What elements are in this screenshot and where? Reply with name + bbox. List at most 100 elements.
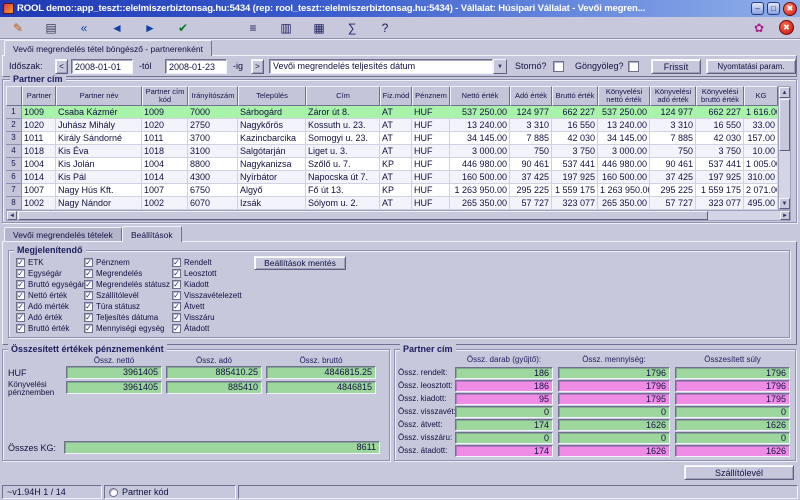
refresh-button[interactable]: Frissít bbox=[651, 59, 701, 74]
table-row[interactable]: 31011Király Sándorné10113700Kazincbarcik… bbox=[6, 132, 778, 145]
checkbox-checked-icon[interactable]: ✓ bbox=[172, 280, 181, 289]
minimize-button[interactable]: – bbox=[751, 2, 764, 15]
column-header[interactable]: Irányítószám bbox=[188, 86, 238, 106]
date-type-dropdown-button[interactable]: ▼ bbox=[493, 59, 507, 74]
hscroll-thumb[interactable] bbox=[18, 211, 708, 220]
row-number[interactable]: 6 bbox=[6, 171, 22, 184]
checkbox-checked-icon[interactable]: ✓ bbox=[172, 324, 181, 333]
report-button[interactable]: ▥ bbox=[274, 19, 298, 37]
display-option[interactable]: ✓Rendelt bbox=[172, 257, 242, 268]
column-header[interactable]: Partner név bbox=[56, 86, 142, 106]
display-option[interactable]: ✓Átadott bbox=[172, 323, 242, 334]
grid-button[interactable]: ▦ bbox=[307, 19, 331, 37]
display-option[interactable]: ✓Megrendelés státusz bbox=[84, 279, 170, 290]
print-button[interactable]: ▤ bbox=[39, 19, 63, 37]
checkbox-checked-icon[interactable]: ✓ bbox=[172, 258, 181, 267]
checkbox-checked-icon[interactable]: ✓ bbox=[16, 280, 25, 289]
checkbox-checked-icon[interactable]: ✓ bbox=[16, 291, 25, 300]
column-header[interactable]: Bruttó érték bbox=[552, 86, 598, 106]
checkbox-checked-icon[interactable]: ✓ bbox=[84, 291, 93, 300]
table-row[interactable]: 71007Nagy Hús Kft.10076750AlgyőFő út 13.… bbox=[6, 184, 778, 197]
confirm-button[interactable]: ✔ bbox=[171, 19, 195, 37]
checkbox-checked-icon[interactable]: ✓ bbox=[172, 302, 181, 311]
vscroll-thumb[interactable] bbox=[779, 99, 790, 151]
display-option[interactable]: ✓Pénznem bbox=[84, 257, 170, 268]
checkbox-checked-icon[interactable]: ✓ bbox=[16, 269, 25, 278]
display-option[interactable]: ✓Bruttó érték bbox=[16, 323, 84, 334]
table-hscrollbar[interactable]: ◄ ► bbox=[6, 210, 791, 221]
first-button[interactable]: « bbox=[72, 19, 96, 37]
tab-settings[interactable]: Beállítások bbox=[122, 226, 182, 242]
palette-button[interactable]: ✿ bbox=[747, 19, 771, 37]
checkbox-checked-icon[interactable]: ✓ bbox=[16, 324, 25, 333]
column-header[interactable]: Fiz.mód bbox=[380, 86, 412, 106]
column-header[interactable]: Könyvelési nettó érték bbox=[598, 86, 650, 106]
display-option[interactable]: ✓Adó érték bbox=[16, 312, 84, 323]
display-option[interactable]: ✓Szállítólevél bbox=[84, 290, 170, 301]
checkbox-checked-icon[interactable]: ✓ bbox=[84, 258, 93, 267]
row-number[interactable]: 3 bbox=[6, 132, 22, 145]
display-option[interactable]: ✓Teljesítés dátuma bbox=[84, 312, 170, 323]
row-number[interactable]: 2 bbox=[6, 119, 22, 132]
column-header[interactable]: Település bbox=[238, 86, 306, 106]
row-number[interactable]: 8 bbox=[6, 197, 22, 210]
table-row[interactable]: 61014Kis Pál10144300NyírbátorNapocska út… bbox=[6, 171, 778, 184]
maximize-button[interactable]: □ bbox=[767, 2, 780, 15]
checkbox-checked-icon[interactable]: ✓ bbox=[172, 313, 181, 322]
row-number[interactable]: 5 bbox=[6, 158, 22, 171]
display-option[interactable]: ✓Visszáru bbox=[172, 312, 242, 323]
display-option[interactable]: ✓Bruttó egységár bbox=[16, 279, 84, 290]
save-settings-button[interactable]: Beállítások mentés bbox=[254, 256, 346, 270]
list-button[interactable]: ≡ bbox=[241, 19, 265, 37]
checkbox-checked-icon[interactable]: ✓ bbox=[16, 313, 25, 322]
checkbox-checked-icon[interactable]: ✓ bbox=[84, 324, 93, 333]
display-option[interactable]: ✓Visszavételezett bbox=[172, 290, 242, 301]
display-option[interactable]: ✓Kiadott bbox=[172, 279, 242, 290]
help-button[interactable]: ? bbox=[373, 19, 397, 37]
table-vscrollbar[interactable]: ▲ ▼ bbox=[778, 86, 791, 210]
row-number[interactable]: 4 bbox=[6, 145, 22, 158]
display-option[interactable]: ✓Leosztott bbox=[172, 268, 242, 279]
column-header[interactable]: Partner cím kód bbox=[142, 86, 188, 106]
period-next-button[interactable]: > bbox=[251, 59, 264, 74]
display-option[interactable]: ✓ETK bbox=[16, 257, 84, 268]
column-header[interactable]: Könyvelési adó érték bbox=[650, 86, 696, 106]
calculator-button[interactable]: ∑ bbox=[340, 19, 364, 37]
packaging-checkbox[interactable] bbox=[628, 61, 639, 72]
storno-checkbox[interactable] bbox=[553, 61, 564, 72]
table-row[interactable]: 81002Nagy Nándor10026070IzsákSólyom u. 2… bbox=[6, 197, 778, 210]
display-option[interactable]: ✓Túra státusz bbox=[84, 301, 170, 312]
exit-button[interactable]: ✖ bbox=[779, 20, 794, 35]
display-option[interactable]: ✓Átvett bbox=[172, 301, 242, 312]
checkbox-checked-icon[interactable]: ✓ bbox=[172, 291, 181, 300]
column-header[interactable]: Cím bbox=[306, 86, 380, 106]
scroll-up-button[interactable]: ▲ bbox=[779, 87, 790, 98]
display-option[interactable]: ✓Adó mérték bbox=[16, 301, 84, 312]
edit-button[interactable]: ✎ bbox=[6, 19, 30, 37]
display-option[interactable]: ✓Mennyiségi egység bbox=[84, 323, 170, 334]
delivery-note-button[interactable]: Szállítólevél bbox=[684, 465, 794, 480]
period-prev-button[interactable]: < bbox=[55, 59, 68, 74]
date-to-input[interactable] bbox=[165, 59, 227, 74]
table-row[interactable]: 11009Csaba Kázmér10097000SárbogárdZáror … bbox=[6, 106, 778, 119]
tab-order-items[interactable]: Vevői megrendelés tételek bbox=[4, 227, 122, 241]
column-header[interactable]: Nettó érték bbox=[450, 86, 510, 106]
date-from-input[interactable] bbox=[71, 59, 133, 74]
checkbox-checked-icon[interactable]: ✓ bbox=[84, 302, 93, 311]
column-header[interactable]: Partner bbox=[22, 86, 56, 106]
checkbox-checked-icon[interactable]: ✓ bbox=[84, 313, 93, 322]
scroll-down-button[interactable]: ▼ bbox=[779, 198, 790, 209]
table-row[interactable]: 51004Kis Jolán10048800NagykanizsaSzőlő u… bbox=[6, 158, 778, 171]
column-header[interactable]: Adó érték bbox=[510, 86, 552, 106]
table-row[interactable]: 41018Kis Éva10183100SalgótarjánLiget u. … bbox=[6, 145, 778, 158]
row-number[interactable]: 1 bbox=[6, 106, 22, 119]
scroll-left-button[interactable]: ◄ bbox=[7, 211, 17, 220]
display-option[interactable]: ✓Egységár bbox=[16, 268, 84, 279]
next-button[interactable]: ► bbox=[138, 19, 162, 37]
tab-order-item-browser[interactable]: Vevői megrendelés tétel böngésző - partn… bbox=[4, 40, 212, 56]
scroll-right-button[interactable]: ► bbox=[780, 211, 790, 220]
prev-button[interactable]: ◄ bbox=[105, 19, 129, 37]
checkbox-checked-icon[interactable]: ✓ bbox=[84, 280, 93, 289]
date-type-combo[interactable]: Vevői megrendelés teljesítés dátum ▼ bbox=[269, 59, 507, 74]
table-row[interactable]: 21020Juhász Mihály10202750NagykőrösKossu… bbox=[6, 119, 778, 132]
